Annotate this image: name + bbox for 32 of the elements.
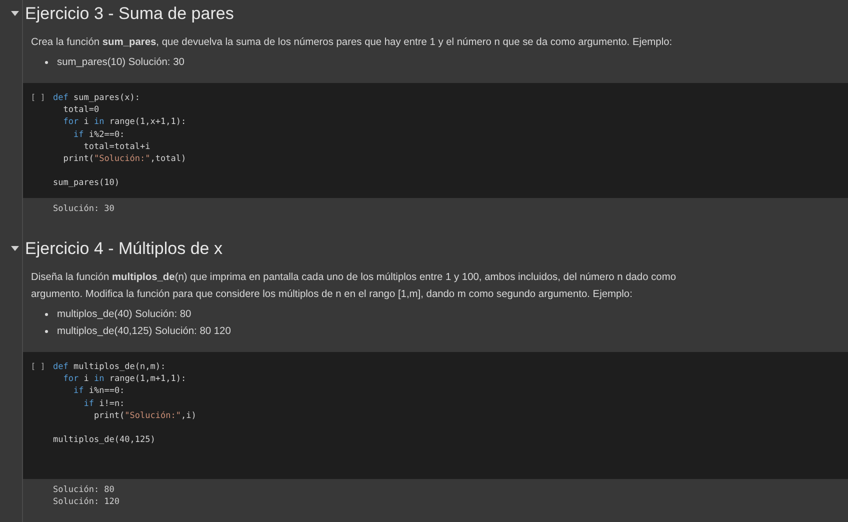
output-line: Solución: 120 — [53, 496, 121, 509]
section-heading: Ejercicio 4 - Múltiplos de x — [25, 239, 222, 259]
section-heading: Ejercicio 3 - Suma de pares — [25, 4, 234, 24]
run-cell-marker[interactable]: [ ] — [23, 361, 53, 471]
code-line: def multiplos_de(n,m): — [53, 361, 167, 374]
code-line: for i in range(1,x+1,1): — [62, 116, 186, 129]
code-line: if i%n==0: — [72, 385, 126, 398]
code-line: total=total+i — [82, 140, 152, 153]
code-line: print("Solución:",total) — [62, 152, 186, 166]
code-cell[interactable]: [ ] def multiplos_de(n,m): for i in range(1,m+1,1): if i%n==0: if i!=n: print("Solución:",i) multiplos_de(40,125) — [23, 352, 848, 479]
code-cell[interactable]: [ ] def sum_pares(x): total=0 for i in range(1,x+1,1): if i%2==0: total=total+i print("Solución:",total) sum_pares(10) — [23, 83, 848, 198]
run-cell-marker[interactable]: [ ] — [23, 92, 53, 190]
bullet-icon — [45, 313, 48, 316]
code-line: if i%2==0: — [72, 128, 126, 141]
output-line: Solución: 80 — [53, 484, 116, 496]
bullet-icon — [45, 330, 48, 333]
code-line: for i in range(1,m+1,1): — [62, 373, 188, 386]
collapse-caret-icon[interactable] — [11, 246, 19, 252]
example-item: sum_pares(10) Solución: 30 — [57, 56, 184, 70]
code-line: def sum_pares(x): — [53, 92, 142, 104]
code-line: sum_pares(10) — [53, 177, 121, 190]
code-line: total=0 — [62, 104, 100, 116]
bullet-icon — [45, 61, 48, 64]
code-line: multiplos_de(40,125) — [53, 434, 156, 446]
code-line: if i!=n: — [82, 398, 126, 410]
exercise-description: Diseña la función multiplos_de(n) que imprima en pantalla cada uno de los múltiplos entre 1 y 100, ambos incluidos, del número n dado como argumento. Modifica la función para que considere los múltiplos de n en el rango [1,m], dando m como segundo argumento. Ejemplo: — [31, 271, 678, 302]
example-item: multiplos_de(40) Solución: 80 — [57, 308, 192, 322]
output-line: Solución: 30 — [53, 202, 116, 215]
exercise-description: Crea la función sum_pares, que devuelva la suma de los números pares que hay entre 1 y el número n que se da como argumento. Ejemplo: — [31, 36, 674, 50]
example-item: multiplos_de(40,125) Solución: 80 120 — [57, 325, 231, 339]
collapse-caret-icon[interactable] — [11, 11, 19, 17]
code-line: print("Solución:",i) — [92, 410, 196, 422]
